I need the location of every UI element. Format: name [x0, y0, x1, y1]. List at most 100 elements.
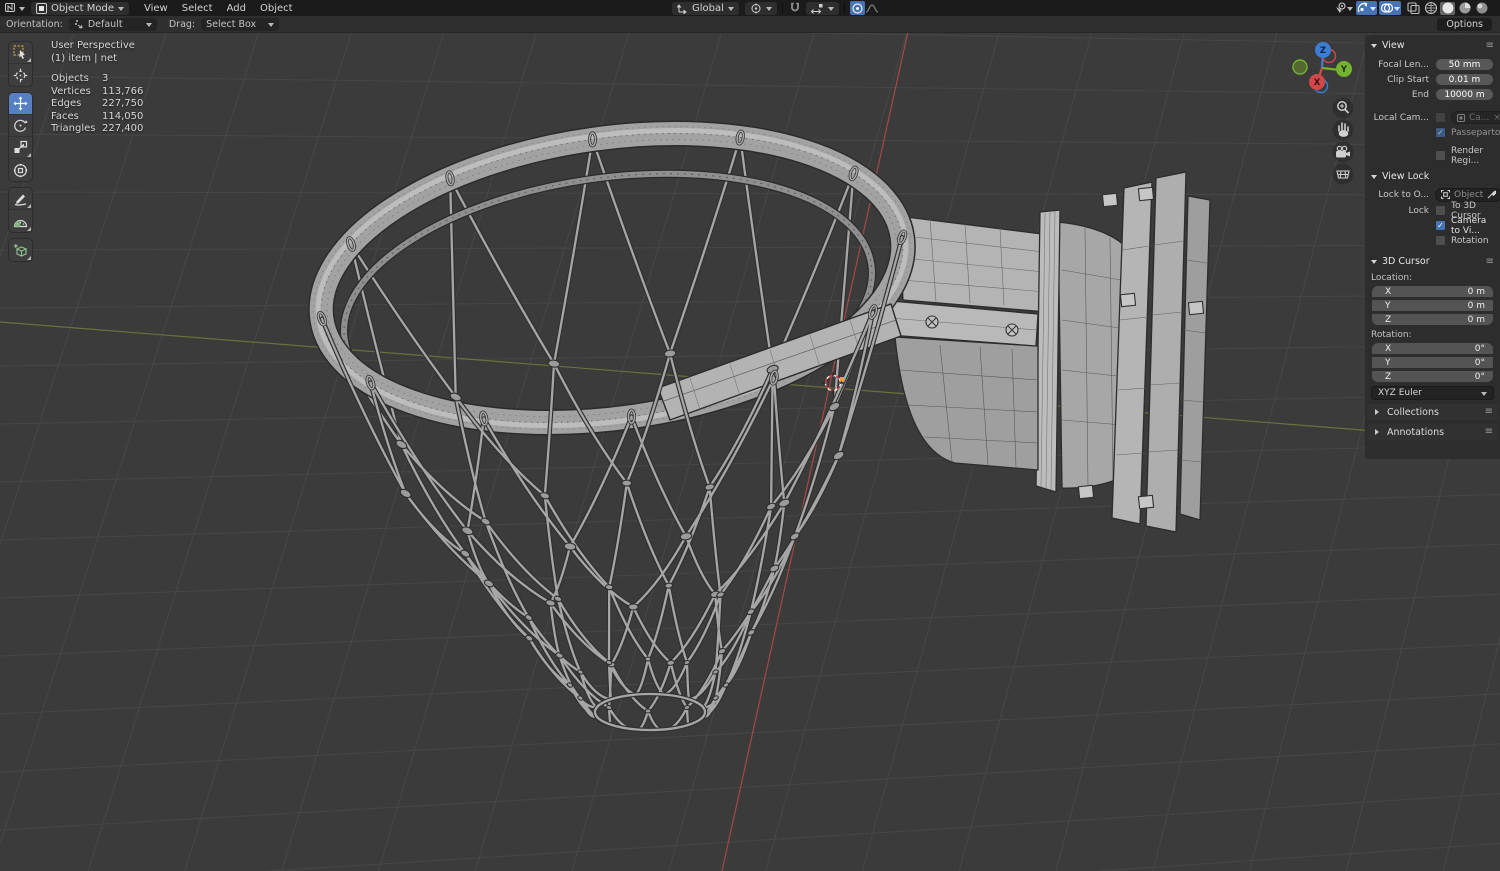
tool-annotate[interactable]: [9, 188, 32, 210]
stat-value: 114,050: [102, 111, 143, 124]
rotation-y-field[interactable]: Y0°: [1371, 356, 1494, 369]
chevron-down-icon: [1371, 175, 1377, 182]
clear-icon[interactable]: ×: [1493, 113, 1500, 123]
editor-type-chevron[interactable]: [19, 7, 25, 14]
viewport-stats-overlay: User Perspective (1) item | net Objects3…: [51, 40, 143, 136]
local-camera-checkbox[interactable]: [1435, 112, 1446, 123]
orientation-default-label: Default: [88, 19, 123, 30]
passepartout-row: ✓ Passepartout: [1371, 126, 1494, 139]
cursor-rotation-z: Z0°: [1371, 370, 1494, 383]
shading-rendered-button[interactable]: [1474, 2, 1489, 15]
editor-type-icon[interactable]: [4, 2, 19, 15]
transform-orientation-dropdown[interactable]: Global: [672, 2, 739, 15]
tool-transform[interactable]: [9, 159, 32, 181]
viewport-canvas[interactable]: Z Y X: [0, 0, 1500, 871]
stat-label: Objects: [51, 73, 101, 86]
to-3d-cursor-checkbox[interactable]: [1435, 205, 1446, 216]
chevron-right-icon: [1375, 409, 1382, 415]
passepartout-checkbox[interactable]: ✓: [1435, 127, 1446, 138]
snap-target-dropdown[interactable]: [806, 2, 839, 15]
local-camera-row: Local Cam... Ca... ×: [1371, 111, 1494, 124]
show-object-types-dropdown[interactable]: [1333, 1, 1354, 15]
orientation-label: Orientation:: [6, 19, 63, 30]
mount-bolt: [1120, 293, 1135, 306]
chevron-down-icon: [1371, 44, 1377, 51]
panel-header-view-lock[interactable]: View Lock: [1365, 169, 1500, 184]
tool-settings-bar: Orientation: Default Drag: Select Box Op…: [0, 16, 1500, 33]
axis-neg-y-ball[interactable]: [1293, 60, 1307, 74]
panel-header-collections[interactable]: Collections ≡: [1367, 404, 1498, 420]
xray-toggle[interactable]: [1406, 2, 1421, 15]
panel-header-3d-cursor[interactable]: 3D Cursor ≡: [1365, 254, 1500, 269]
pivot-icon: [750, 3, 762, 14]
shading-material-button[interactable]: [1457, 2, 1472, 15]
menu-view[interactable]: View: [137, 3, 175, 14]
lock-rotation-checkbox[interactable]: [1435, 235, 1446, 246]
panel-menu-icon[interactable]: ≡: [1486, 41, 1494, 51]
object-icon: [1441, 190, 1450, 199]
focal-length-field[interactable]: 50 mm: [1435, 58, 1494, 71]
shading-solid-button[interactable]: [1440, 2, 1455, 15]
snap-magnet-icon[interactable]: [788, 2, 803, 15]
menu-object[interactable]: Object: [253, 3, 300, 14]
mount-bolt: [1188, 301, 1203, 314]
menu-select[interactable]: Select: [175, 3, 220, 14]
mode-dropdown[interactable]: Object Mode: [31, 2, 129, 15]
lock-to-object-field[interactable]: Object: [1435, 188, 1500, 202]
clip-end-field[interactable]: 10000 m: [1435, 88, 1494, 101]
rotation-label: Rotation:: [1371, 330, 1494, 340]
camera-to-view-row: ✓ Camera to Vi...: [1371, 219, 1494, 232]
selection-info: (1) item | net: [51, 53, 143, 66]
lock-rotation-row: Rotation: [1371, 234, 1494, 247]
tool-rotate[interactable]: [9, 115, 32, 137]
stat-label: Triangles: [51, 123, 101, 136]
proportional-falloff-icon[interactable]: [865, 2, 880, 15]
cursor-location-z: Z0 m: [1371, 313, 1494, 326]
camera-view-button[interactable]: [1333, 142, 1354, 163]
focal-length-row: Focal Len... 50 mm: [1371, 58, 1494, 71]
tool-add-cube[interactable]: [9, 239, 32, 261]
rotation-x-field[interactable]: X0°: [1371, 342, 1494, 355]
orientation-default-dropdown[interactable]: Default: [69, 18, 157, 31]
panel-header-view[interactable]: View ≡: [1365, 38, 1500, 53]
view-perspective-label: User Perspective: [51, 40, 143, 53]
local-camera-field[interactable]: Ca... ×: [1451, 111, 1500, 124]
location-x-field[interactable]: X0 m: [1371, 285, 1494, 298]
overlays-toggle[interactable]: [1379, 1, 1401, 15]
camera-to-view-checkbox[interactable]: ✓: [1435, 220, 1446, 231]
tool-select-box[interactable]: [9, 42, 32, 64]
panel-menu-icon[interactable]: ≡: [1485, 407, 1493, 417]
pivot-point-dropdown[interactable]: [745, 2, 777, 15]
mount-bolt: [1138, 495, 1153, 508]
mount-bolt: [1078, 485, 1093, 498]
location-z-field[interactable]: Z0 m: [1371, 313, 1494, 326]
eyedropper-icon[interactable]: [1487, 190, 1496, 199]
render-region-checkbox[interactable]: [1435, 150, 1446, 161]
rotation-z-field[interactable]: Z0°: [1371, 370, 1494, 383]
menu-add[interactable]: Add: [220, 3, 253, 14]
mount-bolt: [1138, 187, 1153, 200]
panel-menu-icon[interactable]: ≡: [1485, 427, 1493, 437]
tool-cursor[interactable]: [9, 64, 32, 86]
gizmos-toggle[interactable]: [1356, 1, 1377, 15]
rotation-mode-dropdown[interactable]: XYZ Euler: [1371, 386, 1494, 400]
drag-mode-dropdown[interactable]: Select Box: [201, 18, 279, 31]
panel-menu-icon[interactable]: ≡: [1486, 257, 1494, 267]
clip-start-field[interactable]: 0.01 m: [1435, 73, 1494, 86]
pan-button[interactable]: [1333, 120, 1354, 141]
axis-z-label: Z: [1320, 46, 1326, 56]
tool-measure[interactable]: [9, 210, 32, 232]
orientation-axes-icon: [677, 3, 688, 14]
snap-with-icon: [811, 3, 824, 14]
options-button[interactable]: Options: [1437, 18, 1492, 31]
render-region-row: Render Regi...: [1371, 149, 1494, 162]
toggle-perspective-button[interactable]: [1333, 164, 1354, 185]
location-y-field[interactable]: Y0 m: [1371, 299, 1494, 312]
zoom-button[interactable]: [1333, 98, 1354, 119]
proportional-editing-toggle[interactable]: [850, 1, 865, 15]
panel-header-annotations[interactable]: Annotations ≡: [1367, 424, 1498, 440]
tool-scale[interactable]: [9, 137, 32, 159]
shading-wireframe-button[interactable]: [1423, 2, 1438, 15]
toolbar: [8, 41, 33, 267]
tool-move[interactable]: [9, 93, 32, 115]
